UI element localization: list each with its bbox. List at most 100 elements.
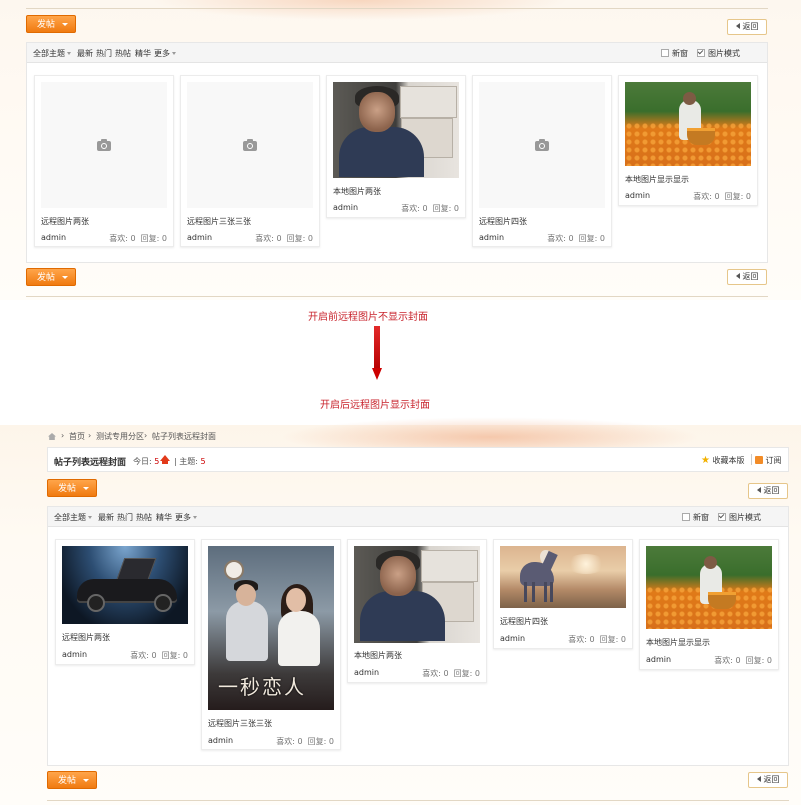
favorite-forum-button[interactable]: ★ 收藏本版	[701, 455, 745, 466]
image-placeholder	[187, 82, 313, 208]
thread-stats: 喜欢: 0 回复: 0	[109, 234, 167, 243]
caption-after: 开启后远程图片显示封面	[320, 400, 430, 411]
breadcrumb-forum[interactable]: 帖子列表远程封面	[152, 431, 216, 442]
thread-author[interactable]: admin	[500, 634, 525, 643]
thread-list-panel-after: 全部主题 最新 热门 热帖 精华 更多 新窗 图片模式 远程图片两张 admin…	[47, 506, 789, 766]
back-button[interactable]: 返回	[748, 483, 788, 499]
caption-before: 开启前远程图片不显示封面	[308, 312, 428, 323]
thread-title[interactable]: 远程图片两张	[41, 216, 89, 227]
thread-card[interactable]: 本地图片两张 admin 喜欢: 0 回复: 0	[347, 539, 487, 683]
thread-stats: 喜欢: 0 回复: 0	[130, 651, 188, 660]
thread-author[interactable]: admin	[646, 655, 671, 664]
chevron-down-icon	[88, 516, 92, 519]
filter-hot[interactable]: 热门	[96, 48, 112, 59]
back-button[interactable]: 返回	[727, 269, 767, 285]
new-window-checkbox[interactable]: 新窗	[661, 48, 688, 59]
forum-header: 帖子列表远程封面 今日: 5 | 主题: 5 ★ 收藏本版 订阅	[47, 447, 789, 472]
filter-hot[interactable]: 热门	[117, 512, 133, 523]
footer-divider	[26, 296, 768, 297]
old-woman-photo[interactable]	[354, 546, 480, 643]
filter-all-topics[interactable]: 全部主题	[54, 512, 92, 523]
post-button[interactable]: 发帖	[47, 771, 97, 789]
subscribe-button[interactable]: 订阅	[755, 455, 782, 466]
thread-card[interactable]: 远程图片四张 admin 喜欢: 0 回复: 0	[493, 539, 633, 649]
old-woman-photo[interactable]	[333, 82, 459, 178]
thread-card[interactable]: 本地图片显示显示 admin 喜欢: 0 回复: 0	[639, 539, 779, 670]
thread-title[interactable]: 本地图片两张	[333, 186, 381, 197]
image-placeholder	[479, 82, 605, 208]
thread-author[interactable]: admin	[625, 191, 650, 200]
post-button[interactable]: 发帖	[26, 15, 76, 33]
back-arrow-icon	[735, 273, 740, 279]
camera-icon	[243, 139, 257, 151]
filter-bar: 全部主题 最新 热门 热帖 精华 更多 新窗 图片模式	[48, 507, 788, 527]
filter-hot-threads[interactable]: 热帖	[115, 48, 131, 59]
thread-author[interactable]: admin	[333, 203, 358, 212]
back-arrow-icon	[735, 23, 740, 29]
back-button[interactable]: 返回	[727, 19, 767, 35]
footer-divider	[47, 800, 789, 801]
thread-title[interactable]: 本地图片两张	[354, 650, 402, 661]
filter-more[interactable]: 更多	[175, 512, 197, 523]
sports-car-photo[interactable]	[62, 546, 188, 624]
chevron-down-icon	[83, 779, 89, 782]
thread-stats: 喜欢: 0 回复: 0	[276, 737, 334, 746]
filter-latest[interactable]: 最新	[98, 512, 114, 523]
filter-more[interactable]: 更多	[154, 48, 176, 59]
new-window-checkbox[interactable]: 新窗	[682, 512, 709, 523]
thread-author[interactable]: admin	[62, 650, 87, 659]
thread-card[interactable]: 本地图片两张 admin 喜欢: 0 回复: 0	[326, 75, 466, 218]
thread-stats: 喜欢: 0 回复: 0	[568, 635, 626, 644]
post-button[interactable]: 发帖	[47, 479, 97, 497]
filter-digest[interactable]: 精华	[156, 512, 172, 523]
thread-title[interactable]: 本地图片显示显示	[646, 637, 710, 648]
thread-author[interactable]: admin	[479, 233, 504, 242]
down-arrow-icon	[374, 326, 380, 370]
post-button[interactable]: 发帖	[26, 268, 76, 286]
thread-title[interactable]: 远程图片两张	[62, 632, 110, 643]
thread-author[interactable]: admin	[187, 233, 212, 242]
filter-digest[interactable]: 精华	[135, 48, 151, 59]
flower-field-photo[interactable]	[646, 546, 772, 629]
movie-poster-photo[interactable]: 一秒恋人	[208, 546, 334, 710]
thread-stats: 喜欢: 0 回复: 0	[422, 669, 480, 678]
thread-author[interactable]: admin	[41, 233, 66, 242]
horse-desert-photo[interactable]	[500, 546, 626, 608]
breadcrumb-category[interactable]: 测试专用分区	[96, 431, 144, 442]
thread-title[interactable]: 远程图片四张	[479, 216, 527, 227]
header-divider	[26, 8, 768, 9]
checkbox-icon	[661, 49, 669, 57]
thread-author[interactable]: admin	[208, 736, 233, 745]
filter-hot-threads[interactable]: 热帖	[136, 512, 152, 523]
thread-card[interactable]: 远程图片三张三张 admin 喜欢: 0 回复: 0	[180, 75, 320, 247]
filter-all-topics[interactable]: 全部主题	[33, 48, 71, 59]
thread-stats: 喜欢: 0 回复: 0	[547, 234, 605, 243]
thread-card[interactable]: 远程图片两张 admin 喜欢: 0 回复: 0	[34, 75, 174, 247]
back-button[interactable]: 返回	[748, 772, 788, 788]
image-mode-checkbox[interactable]: 图片模式	[718, 512, 761, 523]
chevron-down-icon	[172, 52, 176, 55]
camera-icon	[535, 139, 549, 151]
thread-card[interactable]: 一秒恋人 远程图片三张三张 admin 喜欢: 0 回复: 0	[201, 539, 341, 750]
thread-card[interactable]: 本地图片显示显示 admin 喜欢: 0 回复: 0	[618, 75, 758, 206]
thread-stats: 喜欢: 0 回复: 0	[255, 234, 313, 243]
back-arrow-icon	[756, 487, 761, 493]
thread-stats: 喜欢: 0 回复: 0	[401, 204, 459, 213]
thread-card[interactable]: 远程图片四张 admin 喜欢: 0 回复: 0	[472, 75, 612, 247]
checkbox-icon	[682, 513, 690, 521]
poster-text: 一秒恋人	[218, 675, 306, 699]
chevron-down-icon	[67, 52, 71, 55]
chevron-down-icon	[62, 23, 68, 26]
forum-title[interactable]: 帖子列表远程封面	[54, 455, 126, 468]
thread-author[interactable]: admin	[354, 668, 379, 677]
breadcrumb-home[interactable]: 首页	[69, 431, 85, 442]
filter-latest[interactable]: 最新	[77, 48, 93, 59]
thread-title[interactable]: 远程图片三张三张	[208, 718, 272, 729]
thread-title[interactable]: 远程图片四张	[500, 616, 548, 627]
image-mode-checkbox[interactable]: 图片模式	[697, 48, 740, 59]
thread-title[interactable]: 远程图片三张三张	[187, 216, 251, 227]
thread-card[interactable]: 远程图片两张 admin 喜欢: 0 回复: 0	[55, 539, 195, 665]
camera-icon	[97, 139, 111, 151]
thread-title[interactable]: 本地图片显示显示	[625, 174, 689, 185]
flower-field-photo[interactable]	[625, 82, 751, 166]
